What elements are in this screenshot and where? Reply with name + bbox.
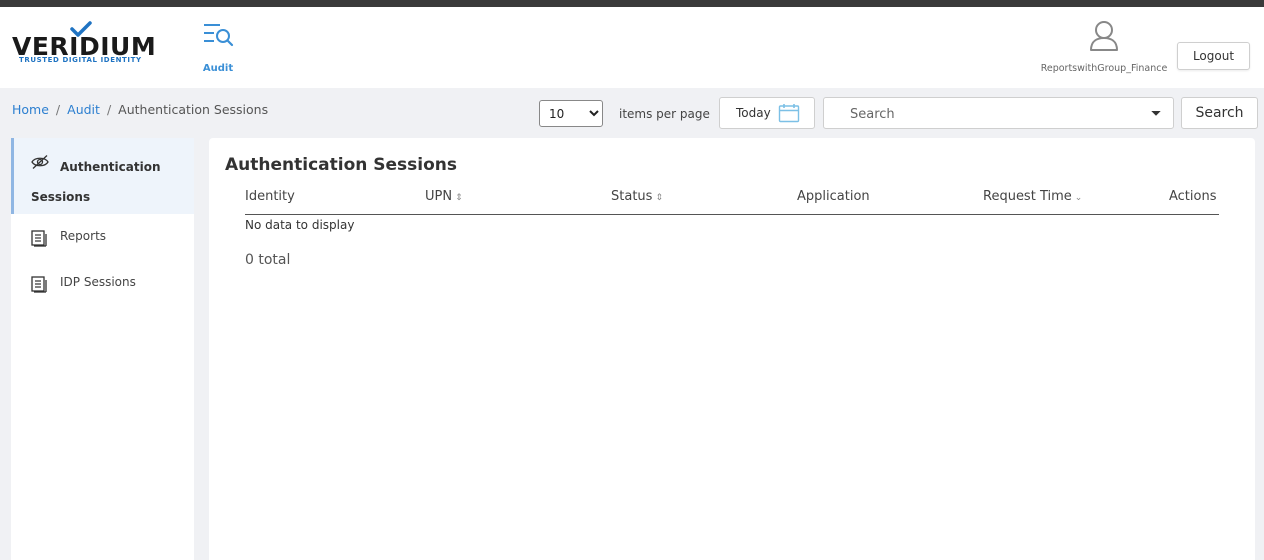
sidebar-item-authentication-sessions[interactable]: Authentication Sessions xyxy=(11,138,194,214)
sidebar: Authentication Sessions Reports IDP Sess… xyxy=(11,138,194,560)
sidebar-item-label: IDP Sessions xyxy=(60,275,136,289)
user-profile[interactable]: ReportswithGroup_Finance xyxy=(1030,19,1178,83)
sidebar-item-idp-sessions[interactable]: IDP Sessions xyxy=(11,260,194,306)
search-button[interactable]: Search xyxy=(1181,97,1258,129)
document-list-icon xyxy=(31,276,47,293)
app-header: VERIDIUM TRUSTED DIGITAL IDENTITY Audit … xyxy=(0,7,1264,88)
page-size-select[interactable]: 10 xyxy=(539,100,603,127)
top-strip xyxy=(0,0,1264,7)
breadcrumb-current: Authentication Sessions xyxy=(118,102,269,117)
column-header-status[interactable]: Status ⇕ xyxy=(611,189,663,204)
today-label: Today xyxy=(736,106,771,120)
items-per-page-label: items per page xyxy=(619,107,710,121)
breadcrumb-audit[interactable]: Audit xyxy=(67,102,100,117)
column-header-request-time[interactable]: Request Time ⌄ xyxy=(983,189,1082,204)
user-name: ReportswithGroup_Finance xyxy=(1040,63,1168,74)
sidebar-item-label: Reports xyxy=(60,229,107,243)
sort-icon: ⇕ xyxy=(455,193,463,203)
calendar-icon xyxy=(778,104,800,123)
page-title: Authentication Sessions xyxy=(225,155,458,175)
audit-search-icon xyxy=(204,24,234,47)
chevron-down-icon[interactable] xyxy=(1151,110,1161,117)
sort-desc-icon: ⌄ xyxy=(1074,193,1083,203)
empty-state-text: No data to display xyxy=(245,218,355,232)
nav-audit[interactable]: Audit xyxy=(196,21,240,77)
document-list-icon xyxy=(31,230,47,247)
search-input[interactable] xyxy=(850,104,1140,124)
logo-tagline: TRUSTED DIGITAL IDENTITY xyxy=(19,56,142,64)
column-header-upn[interactable]: UPN ⇕ xyxy=(425,189,463,204)
main-panel: Authentication Sessions Identity UPN ⇕ St… xyxy=(209,138,1255,560)
today-date-button[interactable]: Today xyxy=(719,97,815,129)
veridium-logo[interactable]: VERIDIUM TRUSTED DIGITAL IDENTITY xyxy=(12,21,162,72)
table-header: Identity UPN ⇕ Status ⇕ Application Reques… xyxy=(245,186,1219,215)
breadcrumb-separator: / xyxy=(55,102,61,117)
column-header-identity: Identity xyxy=(245,189,295,204)
sessions-table: Identity UPN ⇕ Status ⇕ Application Reques… xyxy=(245,186,1219,232)
breadcrumb-home[interactable]: Home xyxy=(12,102,49,117)
logo-check-icon xyxy=(70,21,92,37)
nav-audit-label: Audit xyxy=(202,63,234,74)
breadcrumb-separator: / xyxy=(106,102,112,117)
search-combobox[interactable] xyxy=(823,97,1174,129)
user-avatar-icon xyxy=(1090,21,1118,51)
breadcrumb: Home / Audit / Authentication Sessions xyxy=(12,102,268,117)
logout-button[interactable]: Logout xyxy=(1177,42,1250,70)
sidebar-item-reports[interactable]: Reports xyxy=(11,214,194,260)
sidebar-item-label: Authentication Sessions xyxy=(31,160,161,204)
sort-icon: ⇕ xyxy=(655,193,663,203)
column-header-application: Application xyxy=(797,189,870,204)
total-count: 0 total xyxy=(245,252,291,268)
column-header-actions: Actions xyxy=(1169,189,1217,204)
